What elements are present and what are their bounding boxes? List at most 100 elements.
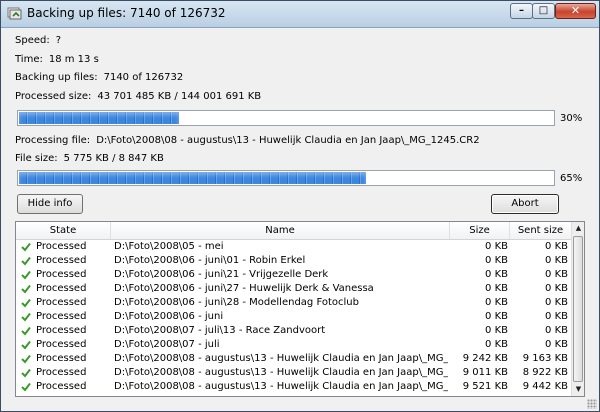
- row-sent-size: 8 922 KB: [522, 367, 568, 378]
- table-row[interactable]: Processed D:\Foto\2008\06 - juni 0 KB 0 KB: [16, 310, 571, 323]
- row-state: Processed: [36, 255, 87, 266]
- column-header-state[interactable]: State: [16, 222, 111, 239]
- checkmark-icon: [21, 340, 31, 350]
- total-progress-bar: [17, 110, 555, 126]
- table-row[interactable]: Processed D:\Foto\2008\07 - juli 0 KB 0 KB: [16, 338, 571, 351]
- file-list-table[interactable]: State Name Size Sent size Processed D:\Fo…: [15, 221, 585, 397]
- vertical-scrollbar[interactable]: ▲ ▼: [571, 222, 584, 396]
- title-bar[interactable]: Backing up files: 7140 of 126732 – □ ✕: [1, 1, 599, 28]
- processed-size-value: 43 701 485 KB / 144 001 691 KB: [97, 91, 262, 102]
- row-name: D:\Foto\2008\06 - juni\21 - Vrijgezelle …: [114, 269, 329, 280]
- row-name: D:\Foto\2008\06 - juni: [114, 311, 224, 322]
- row-size: 0 KB: [485, 241, 508, 252]
- checkmark-icon: [21, 270, 31, 280]
- row-state: Processed: [36, 269, 87, 280]
- row-state: Processed: [36, 325, 87, 336]
- scroll-down-icon[interactable]: ▼: [573, 383, 584, 396]
- row-state: Processed: [36, 381, 87, 392]
- window-title: Backing up files: 7140 of 126732: [27, 6, 226, 20]
- column-header-size[interactable]: Size: [450, 222, 510, 239]
- row-name: D:\Foto\2008\08 - augustus\13 - Huwelijk…: [114, 381, 448, 392]
- row-sent-size: 9 163 KB: [522, 353, 568, 364]
- speed-row: Speed:?: [15, 35, 61, 46]
- row-size: 0 KB: [485, 283, 508, 294]
- checkmark-icon: [21, 326, 31, 336]
- row-sent-size: 0 KB: [545, 283, 568, 294]
- speed-label: Speed:: [15, 35, 50, 46]
- backing-up-label: Backing up files:: [15, 72, 98, 83]
- row-sent-size: 0 KB: [545, 255, 568, 266]
- row-state: Processed: [36, 353, 87, 364]
- row-state: Processed: [36, 283, 87, 294]
- table-row[interactable]: Processed D:\Foto\2008\06 - juni\28 - Mod…: [16, 296, 571, 309]
- row-size: 9 242 KB: [462, 353, 508, 364]
- table-row[interactable]: Processed D:\Foto\2008\06 - juni\27 - Huw…: [16, 282, 571, 295]
- checkmark-icon: [21, 242, 31, 252]
- minimize-button[interactable]: –: [510, 3, 533, 19]
- file-progress-bar: [17, 170, 555, 186]
- file-size-row: File size: 5 775 KB / 8 847 KB: [15, 153, 164, 164]
- checkmark-icon: [21, 312, 31, 322]
- maximize-button[interactable]: □: [532, 3, 555, 19]
- window-title-label: Backing up files:: [27, 6, 127, 20]
- file-size-value: 5 775 KB / 8 847 KB: [63, 153, 164, 164]
- row-state: Processed: [36, 297, 87, 308]
- table-row[interactable]: Processed D:\Foto\2008\06 - juni\01 - Rob…: [16, 254, 571, 267]
- table-row[interactable]: Processed D:\Foto\2008\08 - augustus\13 -…: [16, 380, 571, 393]
- file-size-label: File size:: [15, 153, 58, 164]
- row-state: Processed: [36, 367, 87, 378]
- close-button[interactable]: ✕: [555, 3, 596, 19]
- checkmark-icon: [21, 382, 31, 392]
- table-row[interactable]: Processed D:\Foto\2008\08 - augustus\13 -…: [16, 352, 571, 365]
- hide-info-button[interactable]: Hide info: [17, 194, 83, 214]
- total-progress-percent: 30%: [560, 113, 583, 124]
- backup-progress-window: Backing up files: 7140 of 126732 – □ ✕ S…: [0, 0, 600, 412]
- minimize-icon: –: [519, 5, 524, 16]
- time-row: Time: 18 m 13 s: [15, 54, 99, 65]
- table-header: State Name Size Sent size: [16, 222, 571, 240]
- row-sent-size: 0 KB: [545, 325, 568, 336]
- checkmark-icon: [21, 354, 31, 364]
- row-state: Processed: [36, 241, 87, 252]
- checkmark-icon: [21, 368, 31, 378]
- processing-file-value: D:\Foto\2008\08 - augustus\13 - Huwelijk…: [96, 135, 480, 146]
- speed-value: ?: [55, 35, 62, 46]
- scroll-up-icon[interactable]: ▲: [573, 222, 584, 235]
- checkmark-icon: [21, 298, 31, 308]
- row-state: Processed: [36, 339, 87, 350]
- row-sent-size: 9 442 KB: [522, 381, 568, 392]
- row-size: 9 011 KB: [462, 367, 508, 378]
- file-progress-percent: 65%: [560, 173, 583, 184]
- table-row[interactable]: Processed D:\Foto\2008\07 - juli\13 - Rac…: [16, 324, 571, 337]
- row-sent-size: 0 KB: [545, 339, 568, 350]
- processing-file-label: Processing file:: [15, 135, 91, 146]
- row-size: 0 KB: [485, 297, 508, 308]
- processed-size-label: Processed size:: [15, 91, 92, 102]
- row-name: D:\Foto\2008\05 - mei: [114, 241, 224, 252]
- row-sent-size: 0 KB: [545, 311, 568, 322]
- checkmark-icon: [21, 284, 31, 294]
- row-sent-size: 0 KB: [545, 241, 568, 252]
- table-row[interactable]: Processed D:\Foto\2008\05 - mei 0 KB 0 KB: [16, 240, 571, 253]
- row-name: D:\Foto\2008\08 - augustus\13 - Huwelijk…: [114, 367, 448, 378]
- row-state: Processed: [36, 311, 87, 322]
- row-size: 0 KB: [485, 311, 508, 322]
- row-name: D:\Foto\2008\06 - juni\28 - Modellendag …: [114, 297, 359, 308]
- table-row[interactable]: Processed D:\Foto\2008\08 - augustus\13 -…: [16, 366, 571, 379]
- scroll-thumb[interactable]: [573, 236, 583, 382]
- row-size: 0 KB: [485, 269, 508, 280]
- row-name: D:\Foto\2008\06 - juni\01 - Robin Erkel: [114, 255, 306, 266]
- row-name: D:\Foto\2008\07 - juli\13 - Race Zandvoo…: [114, 325, 326, 336]
- total-progress-fill: [19, 112, 179, 124]
- row-size: 0 KB: [485, 325, 508, 336]
- backing-up-row: Backing up files: 7140 of 126732: [15, 72, 183, 83]
- backing-up-value: 7140 of 126732: [103, 72, 184, 83]
- table-row[interactable]: Processed D:\Foto\2008\06 - juni\21 - Vri…: [16, 268, 571, 281]
- resize-grip-icon[interactable]: [587, 399, 597, 409]
- column-header-name[interactable]: Name: [111, 222, 450, 239]
- processing-file-row: Processing file: D:\Foto\2008\08 - august…: [15, 135, 480, 146]
- abort-button[interactable]: Abort: [491, 194, 559, 214]
- file-progress-fill: [19, 172, 366, 184]
- close-icon: ✕: [570, 4, 581, 17]
- column-header-sent-size[interactable]: Sent size: [510, 222, 571, 239]
